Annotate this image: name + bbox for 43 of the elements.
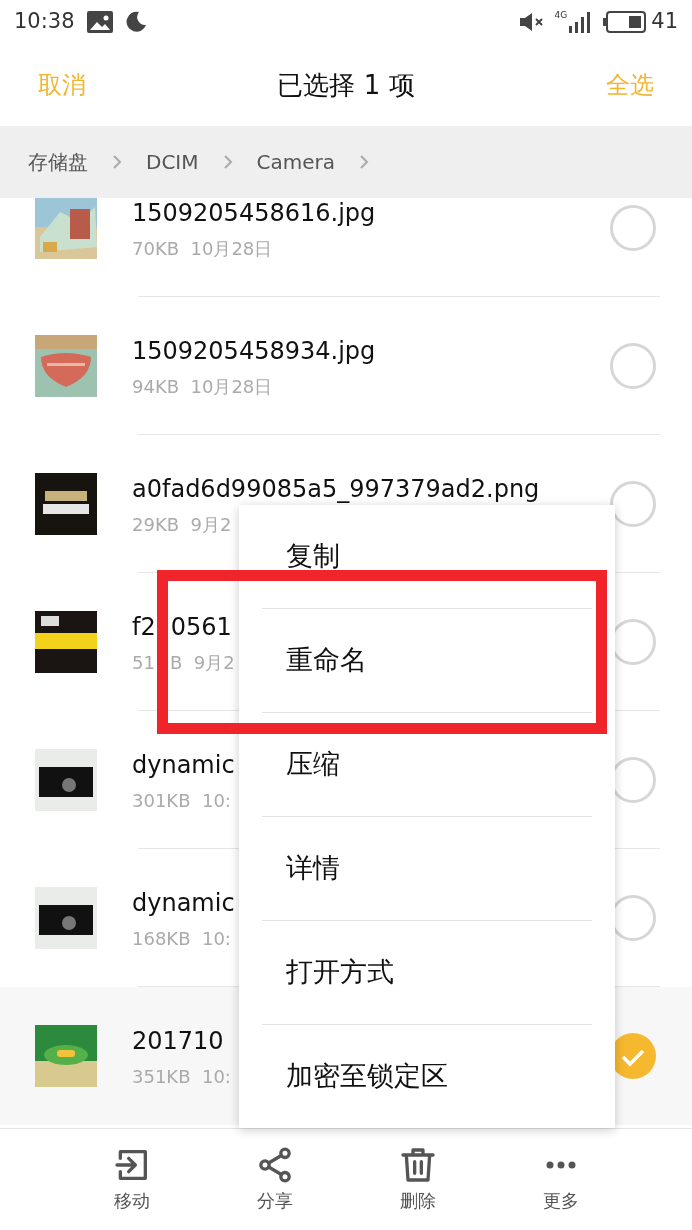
unchecked-circle-icon[interactable] [610,481,656,527]
file-name: 201710 [132,1025,224,1057]
file-meta: 51 [132,650,155,675]
chevron-right-icon [222,154,233,170]
file-meta: 94KB 10月28日 [132,374,273,399]
chevron-right-icon [359,154,370,170]
file-meta: 29KB 9月2 [132,512,232,537]
menu-item[interactable]: 压缩 [239,713,615,816]
toolbar-button[interactable]: 分享 [234,1145,315,1214]
unchecked-circle-icon[interactable] [610,205,656,251]
file-name: 1509205458616.jpg [132,198,376,229]
file-meta: 70KB 10月28日 [132,236,273,261]
file-name: 1509205458934.jpg [132,335,376,367]
toolbar-button[interactable]: 删除 [377,1145,458,1214]
file-name: dynamic [132,749,235,781]
menu-item[interactable]: 详情 [239,817,615,920]
moon-icon [124,11,147,33]
file-name: 0561 [170,611,232,643]
file-meta: B 9月2 [169,650,235,675]
menu-item[interactable]: 重命名 [239,609,615,712]
battery-level: 41 [651,8,678,36]
toolbar-button[interactable]: 移动 [91,1145,172,1214]
file-name: dynamic [132,887,235,919]
clock: 10:38 [14,8,75,36]
file-name: a0fad6d99085a5_997379ad2.png [132,473,540,505]
file-name: f2 [132,611,156,643]
menu-item[interactable]: 加密至锁定区 [239,1025,615,1128]
toolbar-button[interactable]: 更多 [520,1145,601,1214]
breadcrumb-item[interactable]: 存储盘 [28,147,88,177]
chevron-right-icon [112,154,122,170]
image-icon [86,11,113,33]
file-meta: 351KB 10: [132,1064,231,1089]
mute-icon [518,12,545,32]
file-meta: 301KB 10: [132,788,231,813]
battery-icon [603,11,648,33]
menu-item[interactable]: 打开方式 [239,921,615,1024]
network-type: 4G [554,11,568,20]
breadcrumb-item[interactable]: DCIM [146,147,199,177]
unchecked-circle-icon[interactable] [610,343,656,389]
page-title: 已选择 1 项 [277,68,415,102]
breadcrumb-item[interactable]: Camera [256,147,336,177]
file-meta: 168KB 10: [132,926,231,951]
more-icon [545,1161,576,1169]
